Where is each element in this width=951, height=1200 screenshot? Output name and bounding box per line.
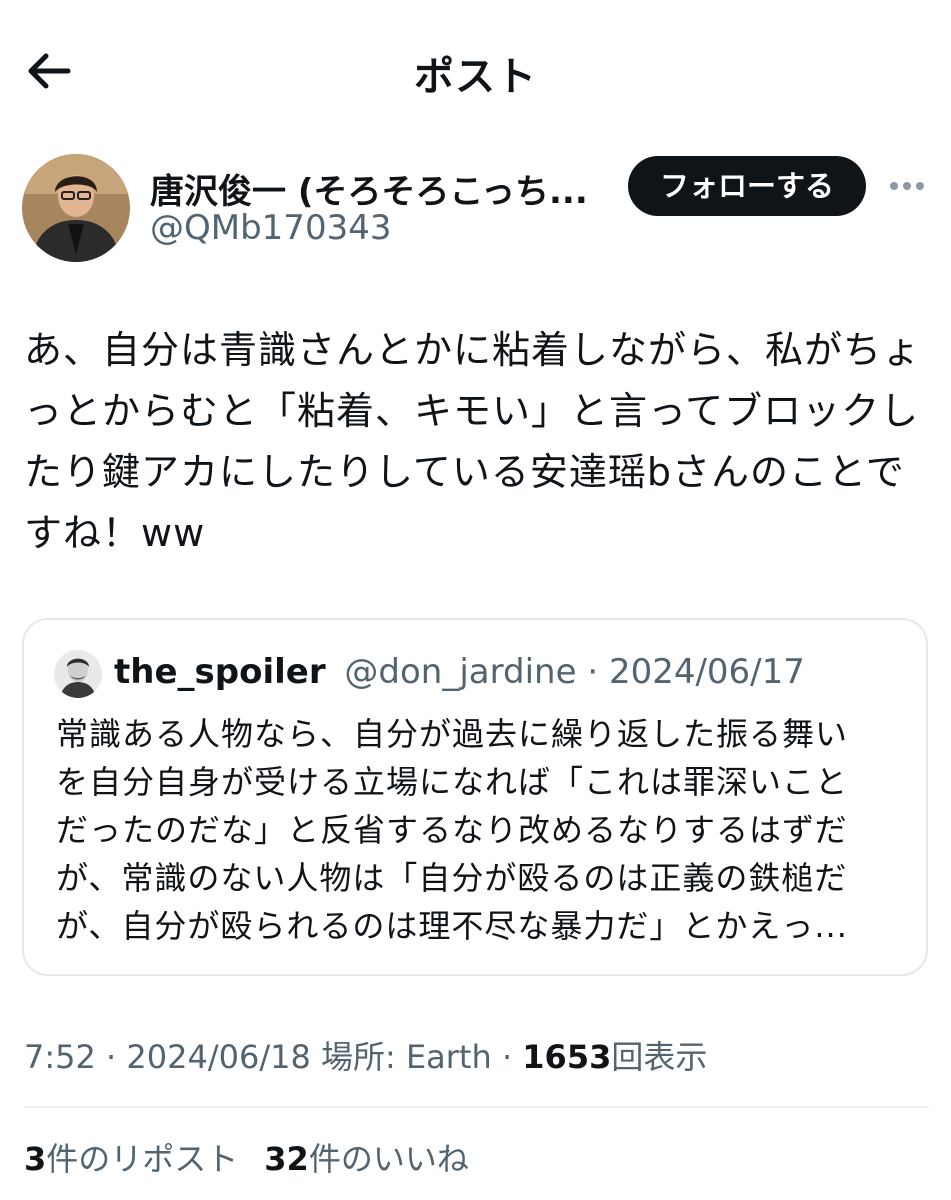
post-text-line: あ、自分は青識さんとかに粘着しながら、私がちょ xyxy=(24,328,922,372)
reposts-label: 件のリポスト xyxy=(46,1140,239,1178)
reposts-stat[interactable]: 3件のリポスト xyxy=(24,1140,238,1178)
author-handle[interactable]: @QMb170343 xyxy=(150,208,391,248)
post-metadata: 7:52 · 2024/06/18 場所: Earth · 1653回表示 xyxy=(24,1032,707,1078)
likes-count: 32 xyxy=(264,1140,309,1178)
quoted-post-card[interactable]: the_spoiler @don_jardine · 2024/06/17 常識… xyxy=(22,618,928,976)
post-time[interactable]: 7:52 xyxy=(24,1038,96,1076)
more-horizontal-icon-dot xyxy=(916,182,924,190)
divider xyxy=(24,1106,929,1108)
more-options-button[interactable] xyxy=(884,168,930,204)
post-text: あ、自分は青識さんとかに粘着しながら、私がちょ っとからむと「粘着、キモい」と言… xyxy=(24,320,929,564)
quoted-avatar-photo xyxy=(54,650,102,698)
likes-stat[interactable]: 32件のいいね xyxy=(264,1140,469,1178)
quoted-post-date: 2024/06/17 xyxy=(608,652,805,692)
likes-label: 件のいいね xyxy=(308,1140,469,1178)
more-horizontal-icon xyxy=(890,182,898,190)
reposts-count: 3 xyxy=(24,1140,47,1178)
view-count-label: 回表示 xyxy=(611,1038,708,1076)
top-bar: ポスト xyxy=(0,0,951,140)
view-count: 1653 xyxy=(522,1038,612,1076)
post-date[interactable]: 2024/06/18 xyxy=(126,1038,310,1076)
quoted-author-avatar xyxy=(54,650,102,698)
separator-dot: · xyxy=(587,652,599,692)
author-avatar[interactable] xyxy=(22,154,130,262)
quoted-text-line: が、常識のない人物は「自分が殴るのは正義の鉄槌だ xyxy=(56,859,848,897)
separator-dot: · xyxy=(501,1038,513,1076)
author-display-name[interactable]: 唐沢俊一 (そろそろこっち... xyxy=(150,164,600,213)
separator-dot: · xyxy=(106,1038,117,1076)
quoted-author-name: the_spoiler xyxy=(114,652,326,692)
post-text-line: すね！ww xyxy=(24,511,206,555)
quoted-text-line: を自分自身が受ける立場になれば「これは罪深いこと xyxy=(56,763,849,801)
quoted-post-text: 常識ある人物なら、自分が過去に繰り返した振る舞い を自分自身が受ける立場になれば… xyxy=(56,710,916,950)
engagement-stats: 3件のリポスト 32件のいいね xyxy=(24,1134,469,1180)
post-text-line: たり鍵アカにしたりしている安達瑶bさんのことで xyxy=(24,450,905,494)
more-horizontal-icon-dot xyxy=(903,182,911,190)
page-title: ポスト xyxy=(414,54,537,100)
quoted-author-handle: @don_jardine xyxy=(344,652,577,692)
post-text-line: っとからむと「粘着、キモい」と言ってブロックし xyxy=(24,389,920,433)
avatar-photo xyxy=(22,154,130,262)
quoted-text-line: 常識ある人物なら、自分が過去に繰り返した振る舞い xyxy=(56,715,849,753)
quoted-text-line: が、自分が殴られるのは理不尽な暴力だ」とかえっ... xyxy=(56,907,848,945)
follow-button[interactable]: フォローする xyxy=(628,156,866,216)
quoted-post-header: the_spoiler @don_jardine · 2024/06/17 xyxy=(114,652,805,692)
quoted-text-line: だったのだな」と反省するなり改めるなりするはずだ xyxy=(56,811,848,849)
post-location: 場所: Earth xyxy=(320,1038,492,1076)
